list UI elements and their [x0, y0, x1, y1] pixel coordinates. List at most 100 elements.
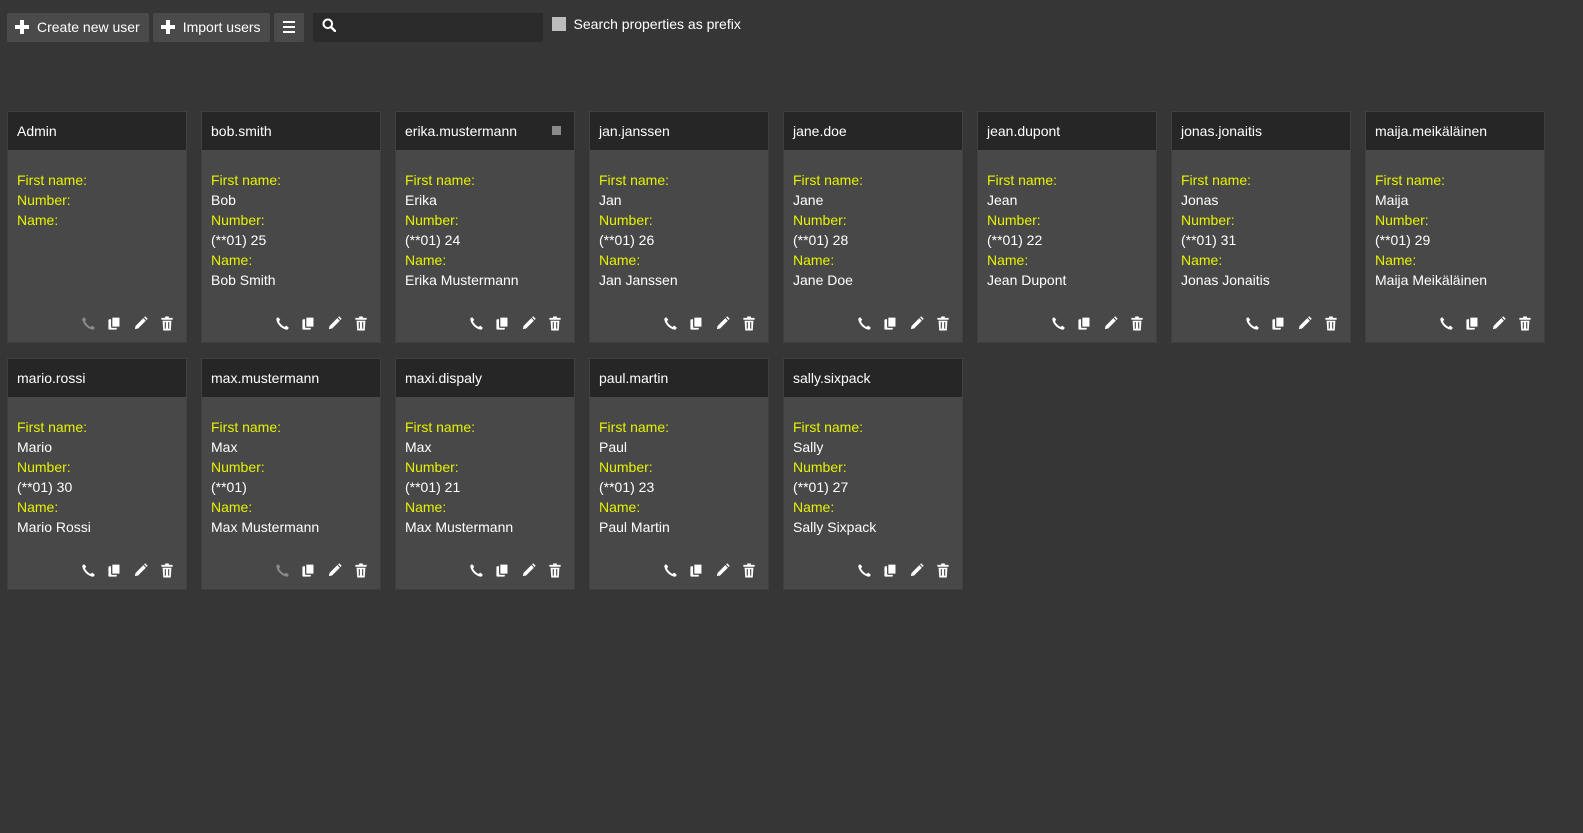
copy-icon[interactable]	[1076, 315, 1093, 332]
username: jane.doe	[793, 123, 847, 139]
edit-icon[interactable]	[132, 562, 149, 579]
phone-icon[interactable]	[856, 562, 873, 579]
card-header: bob.smith	[202, 112, 380, 150]
number-label: Number:	[793, 212, 847, 228]
phone-icon[interactable]	[856, 315, 873, 332]
delete-icon[interactable]	[352, 315, 369, 332]
user-card: paul.martin First name: Paul Number: (**01)…	[589, 358, 769, 590]
name-value: Jane Doe	[793, 272, 853, 288]
number-label: Number:	[987, 212, 1041, 228]
edit-icon[interactable]	[520, 315, 537, 332]
card-actions	[1041, 315, 1145, 332]
card-actions	[459, 562, 563, 579]
delete-icon[interactable]	[740, 562, 757, 579]
delete-icon[interactable]	[546, 562, 563, 579]
copy-icon[interactable]	[106, 562, 123, 579]
number-label: Number:	[211, 459, 265, 475]
number-label: Number:	[599, 212, 653, 228]
username: maxi.dispaly	[405, 370, 483, 386]
user-card: maxi.dispaly First name: Max Number: (**01)…	[395, 358, 575, 590]
copy-icon[interactable]	[1464, 315, 1481, 332]
copy-icon[interactable]	[882, 315, 899, 332]
user-card: maija.meikäläinen First name: Maija Number…	[1365, 111, 1545, 343]
copy-icon[interactable]	[494, 315, 511, 332]
phone-icon[interactable]	[662, 315, 679, 332]
card-actions	[71, 315, 175, 332]
edit-icon[interactable]	[714, 315, 731, 332]
phone-icon[interactable]	[1244, 315, 1261, 332]
card-header: mario.rossi	[8, 359, 186, 397]
prefix-option: Search properties as prefix	[551, 16, 741, 32]
card-body: First name: Paul Number: (**01) 23 Name: Paul…	[590, 397, 768, 537]
delete-icon[interactable]	[158, 315, 175, 332]
delete-icon[interactable]	[1128, 315, 1145, 332]
username: paul.martin	[599, 370, 669, 386]
first-name-label: First name:	[405, 172, 476, 188]
first-name-label: First name:	[405, 419, 476, 435]
card-actions	[1235, 315, 1339, 332]
edit-icon[interactable]	[326, 562, 343, 579]
name-label: Name:	[987, 252, 1029, 268]
delete-icon[interactable]	[934, 562, 951, 579]
phone-icon[interactable]	[468, 562, 485, 579]
prefix-checkbox[interactable]	[551, 17, 566, 31]
card-body: First name: Erika Number: (**01) 24 Name: Eri…	[396, 150, 574, 290]
edit-icon[interactable]	[1102, 315, 1119, 332]
user-card: max.mustermann First name: Max Number: (**0…	[201, 358, 381, 590]
copy-icon[interactable]	[300, 315, 317, 332]
phone-icon[interactable]	[1438, 315, 1455, 332]
edit-icon[interactable]	[132, 315, 149, 332]
delete-icon[interactable]	[546, 315, 563, 332]
copy-icon[interactable]	[494, 562, 511, 579]
phone-icon	[274, 562, 291, 579]
plus-icon	[160, 20, 175, 34]
edit-icon[interactable]	[908, 562, 925, 579]
delete-icon[interactable]	[740, 315, 757, 332]
phone-icon[interactable]	[662, 562, 679, 579]
copy-icon[interactable]	[300, 562, 317, 579]
card-actions	[847, 315, 951, 332]
delete-icon[interactable]	[1322, 315, 1339, 332]
select-checkbox[interactable]	[552, 126, 561, 135]
create-user-button[interactable]: Create new user	[7, 12, 149, 42]
copy-icon[interactable]	[1270, 315, 1287, 332]
create-user-label: Create new user	[37, 19, 140, 35]
delete-icon[interactable]	[352, 562, 369, 579]
name-value: Jonas Jonaitis	[1181, 272, 1270, 288]
edit-icon[interactable]	[326, 315, 343, 332]
first-name-value: Jane	[793, 192, 824, 208]
menu-button[interactable]	[273, 12, 304, 42]
import-users-button[interactable]: Import users	[152, 12, 270, 42]
copy-icon[interactable]	[882, 562, 899, 579]
card-body: First name: Maija Number: (**01) 29 Name: Mai…	[1366, 150, 1544, 290]
first-name-label: First name:	[211, 172, 282, 188]
phone-icon[interactable]	[274, 315, 291, 332]
number-value: (**01)	[211, 479, 247, 495]
username: max.mustermann	[211, 370, 320, 386]
name-label: Name:	[211, 499, 253, 515]
phone-icon[interactable]	[468, 315, 485, 332]
card-header: paul.martin	[590, 359, 768, 397]
phone-icon[interactable]	[80, 562, 97, 579]
copy-icon[interactable]	[688, 562, 705, 579]
edit-icon[interactable]	[908, 315, 925, 332]
username: jean.dupont	[987, 123, 1061, 139]
first-name-label: First name:	[987, 172, 1058, 188]
card-body: First name: Max Number: (**01) 21 Name: Max M…	[396, 397, 574, 537]
edit-icon[interactable]	[520, 562, 537, 579]
user-card: jean.dupont First name: Jean Number: (**01)…	[977, 111, 1157, 343]
delete-icon[interactable]	[158, 562, 175, 579]
copy-icon[interactable]	[106, 315, 123, 332]
copy-icon[interactable]	[688, 315, 705, 332]
number-value: (**01) 26	[599, 232, 655, 248]
number-label: Number:	[1181, 212, 1235, 228]
search-input[interactable]	[341, 18, 543, 36]
delete-icon[interactable]	[1516, 315, 1533, 332]
phone-icon[interactable]	[1050, 315, 1067, 332]
delete-icon[interactable]	[934, 315, 951, 332]
number-label: Number:	[17, 192, 71, 208]
edit-icon[interactable]	[1296, 315, 1313, 332]
name-label: Name:	[793, 499, 835, 515]
edit-icon[interactable]	[714, 562, 731, 579]
edit-icon[interactable]	[1490, 315, 1507, 332]
